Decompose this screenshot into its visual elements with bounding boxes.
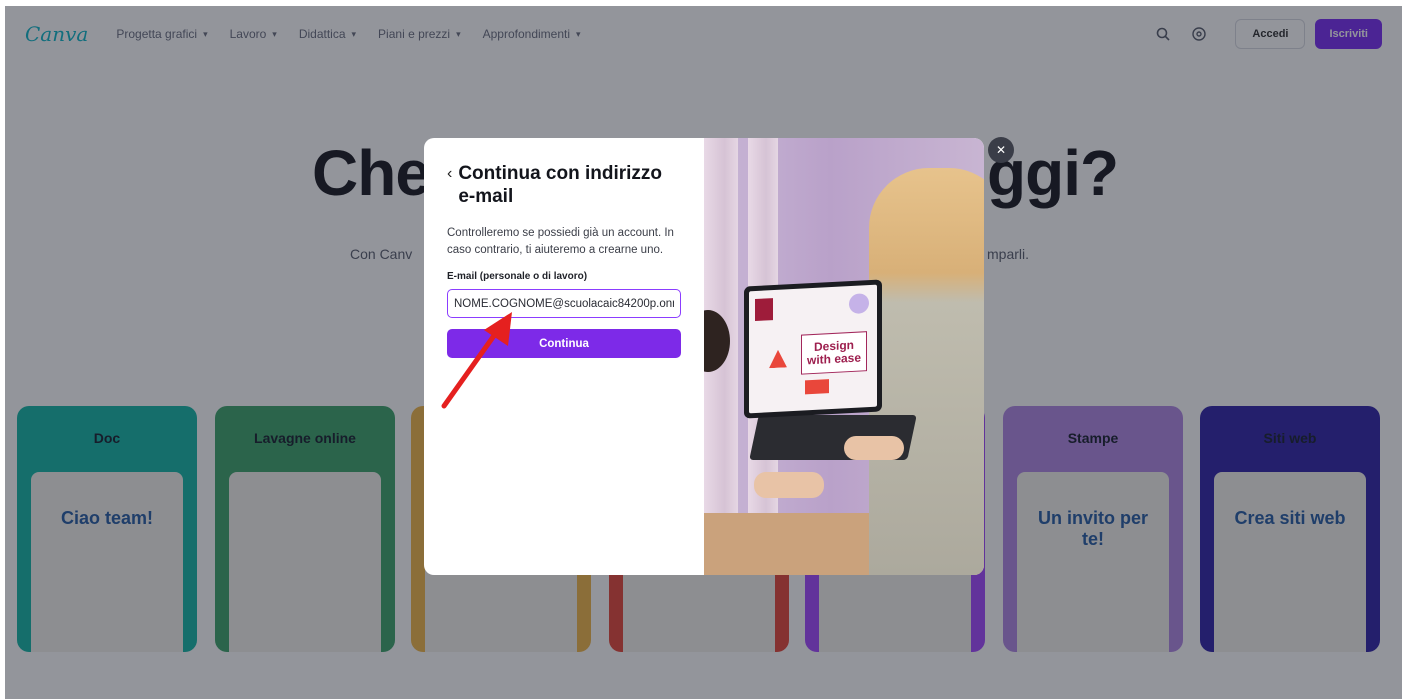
design-card: Design with ease (801, 331, 867, 375)
laptop-screen: Design with ease (744, 279, 882, 419)
modal-illustration: Design with ease (704, 138, 984, 575)
decor-shape (755, 298, 773, 322)
person (869, 168, 984, 575)
design-text: Design with ease (806, 337, 862, 368)
chevron-left-icon[interactable]: ‹ (447, 165, 452, 183)
hand (844, 436, 904, 460)
close-icon[interactable]: ✕ (988, 137, 1014, 163)
decor-shape (769, 349, 787, 368)
modal-header: ‹ Continua con indirizzo e-mail (447, 162, 681, 208)
decor-shape (849, 293, 869, 315)
hand (754, 472, 824, 498)
annotation-arrow-icon (441, 312, 512, 409)
email-field-label: E-mail (personale o di lavoro) (447, 271, 588, 282)
laptop-display: Design with ease (749, 284, 877, 414)
decor-shape (805, 379, 829, 395)
modal-title: Continua con indirizzo e-mail (458, 163, 663, 207)
modal-description: Controlleremo se possiedi già un account… (447, 227, 674, 256)
